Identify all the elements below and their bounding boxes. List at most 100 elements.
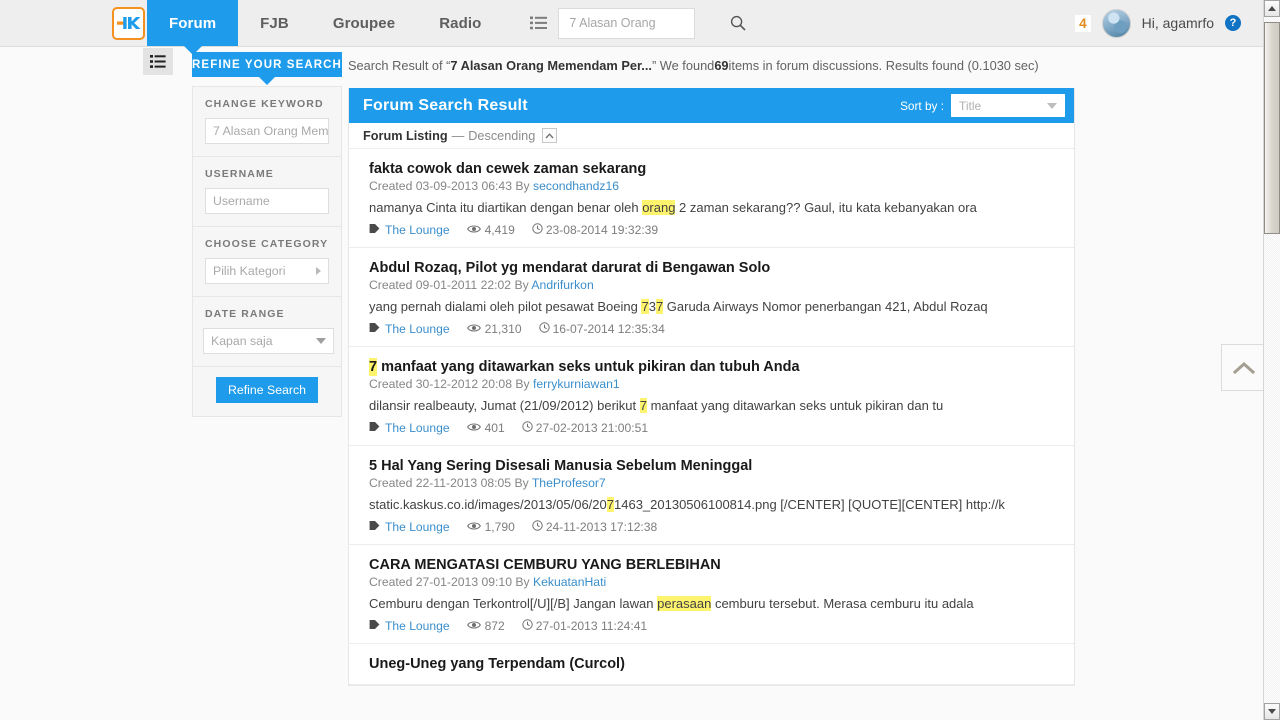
refine-tab-label: REFINE YOUR SEARCH [192, 58, 342, 71]
summary-prefix: Search Result of “ [348, 57, 451, 73]
result-author[interactable]: secondhandz16 [533, 179, 619, 193]
search-result-item[interactable]: 5 Hal Yang Sering Disesali Manusia Sebel… [349, 446, 1074, 545]
result-subline: Created 09-01-2011 22:02 By Andrifurkon [369, 278, 1060, 292]
sidebar-toggle-list-icon[interactable] [143, 48, 173, 75]
result-last-post-date: 16-07-2014 12:35:34 [552, 322, 665, 336]
chevron-down-icon [316, 338, 326, 344]
result-meta: The Lounge 21,310 16-07-2014 12:35:34 [369, 322, 1060, 336]
search-result-item[interactable]: fakta cowok dan cewek zaman sekarang Crea… [349, 149, 1074, 248]
result-forum-tag[interactable]: The Lounge [385, 322, 450, 336]
result-title[interactable]: Uneg-Uneg yang Terpendam (Curcol) [369, 656, 1060, 672]
eye-icon-glyph [466, 522, 481, 530]
result-title[interactable]: 5 Hal Yang Sering Disesali Manusia Sebel… [369, 458, 1060, 474]
result-forum-tag[interactable]: The Lounge [385, 421, 450, 435]
date-range-value: Kapan saja [211, 334, 273, 348]
sidebar-block-date-range: DATE RANGE Kapan saja [193, 297, 341, 367]
tag-icon-glyph [369, 323, 380, 332]
search-result-summary: Search Result of “7 Alasan Orang Memenda… [348, 52, 1075, 78]
scrollbar-down-button[interactable] [1264, 703, 1280, 720]
date-range-select[interactable]: Kapan saja [203, 328, 334, 354]
snippet-text: 3 [648, 299, 656, 314]
result-title[interactable]: CARA MENGATASI CEMBURU YANG BERLEBIHAN [369, 557, 1060, 573]
sidebar-block-keyword: CHANGE KEYWORD 7 Alasan Orang Mem [193, 87, 341, 157]
refine-search-button[interactable]: Refine Search [216, 377, 318, 403]
clock-icon-glyph [522, 619, 533, 630]
result-author[interactable]: TheProfesor7 [532, 476, 606, 490]
snippet-text: 2 zaman sekarang?? Gaul, itu kata kebany… [675, 200, 977, 215]
tag-icon-glyph [369, 224, 380, 233]
nav-tab-fjb[interactable]: FJB [238, 0, 311, 46]
eye-icon [466, 322, 481, 336]
date-range-label: DATE RANGE [205, 308, 285, 320]
snippet-text: dilansir realbeauty, Jumat (21/09/2012) … [369, 398, 640, 413]
refine-your-search-tab[interactable]: REFINE YOUR SEARCH [192, 52, 342, 77]
eye-icon-glyph [466, 621, 481, 629]
by-label: By [511, 575, 533, 589]
result-author[interactable]: Andrifurkon [531, 278, 593, 292]
result-title[interactable]: fakta cowok dan cewek zaman sekarang [369, 161, 1060, 177]
search-icon-glyph [731, 15, 746, 31]
clock-icon [532, 223, 543, 237]
sidebar-block-username: USERNAME Username [193, 157, 341, 227]
search-icon[interactable] [730, 15, 746, 31]
result-views-count: 21,310 [484, 322, 522, 336]
search-result-item[interactable]: CARA MENGATASI CEMBURU YANG BERLEBIHAN Cr… [349, 545, 1074, 644]
snippet-text: 1463_20130506100814.png [/CENTER] [QUOTE… [614, 497, 1005, 512]
result-title[interactable]: 7 manfaat yang ditawarkan seks untuk pik… [369, 358, 1060, 376]
snippet-text: manfaat yang ditawarkan seks untuk pikir… [377, 359, 800, 375]
chevron-up-icon[interactable] [542, 128, 558, 143]
result-last-post: 16-07-2014 12:35:34 [538, 322, 665, 336]
result-forum-tag[interactable]: The Lounge [385, 223, 450, 237]
scrollbar-up-button[interactable] [1264, 0, 1280, 17]
scrollbar-thumb[interactable] [1264, 22, 1280, 234]
scroll-to-top-button[interactable] [1221, 344, 1266, 391]
eye-icon [466, 421, 481, 435]
summary-query: 7 Alasan Orang Memendam Per... [450, 57, 652, 73]
user-greeting[interactable]: Hi, agamrfo [1142, 15, 1214, 31]
change-keyword-input[interactable]: 7 Alasan Orang Mem [205, 118, 329, 144]
choose-category-select[interactable]: Pilih Kategori [205, 258, 329, 284]
summary-suffix: items in forum discussions. Results foun… [728, 57, 1039, 73]
eye-icon-glyph [466, 225, 481, 233]
search-result-item[interactable]: 7 manfaat yang ditawarkan seks untuk pik… [349, 347, 1074, 446]
username-input[interactable]: Username [205, 188, 329, 214]
result-author[interactable]: ferrykurniawan1 [533, 377, 620, 391]
result-views: 401 [466, 421, 505, 435]
window-scrollbar[interactable] [1263, 0, 1280, 720]
nav-tab-forum[interactable]: Forum [147, 0, 239, 46]
search-result-item[interactable]: Abdul Rozaq, Pilot yg mendarat darurat d… [349, 248, 1074, 347]
snippet-text: Garuda Airways Nomor penerbangan 421, Ab… [663, 299, 988, 314]
nav-tab-groupee[interactable]: Groupee [311, 0, 417, 46]
result-forum-tag[interactable]: The Lounge [385, 520, 450, 534]
created-date: 09-01-2011 22:02 [415, 278, 512, 292]
result-views-count: 872 [484, 619, 505, 633]
result-forum-tag[interactable]: The Lounge [385, 619, 450, 633]
nav-tab-radio[interactable]: Radio [417, 0, 503, 46]
sort-by-label: Sort by : [900, 98, 944, 113]
search-result-item[interactable]: Uneg-Uneg yang Terpendam (Curcol) [349, 644, 1074, 685]
result-author[interactable]: KekuatanHati [533, 575, 606, 589]
help-icon[interactable]: ? [1225, 15, 1241, 31]
avatar[interactable] [1101, 8, 1131, 38]
search-input[interactable] [569, 16, 731, 30]
chevron-up-glyph [545, 132, 554, 138]
eye-icon [466, 520, 481, 534]
result-views: 21,310 [466, 322, 522, 336]
tag-icon-glyph [369, 422, 380, 431]
result-last-post-date: 23-08-2014 19:32:39 [545, 223, 659, 237]
notification-count[interactable]: 4 [1075, 14, 1091, 32]
result-views-count: 1,790 [484, 520, 515, 534]
sidebar-block-category: CHOOSE CATEGORY Pilih Kategori [193, 227, 341, 297]
result-title[interactable]: Abdul Rozaq, Pilot yg mendarat darurat d… [369, 260, 1060, 276]
eye-icon-glyph [466, 324, 481, 332]
sort-by-select[interactable]: Title [951, 94, 1065, 117]
result-subline: Created 22-11-2013 08:05 By TheProfesor7 [369, 476, 1060, 490]
search-box[interactable] [558, 7, 746, 39]
chevron-up-icon [1232, 361, 1255, 374]
summary-middle: ” We found [651, 57, 715, 73]
snippet-text: namanya Cinta itu diartikan dengan benar… [369, 200, 643, 215]
highlight: perasaan [657, 596, 712, 611]
clock-icon [532, 520, 543, 534]
site-logo[interactable] [110, 0, 147, 46]
list-icon[interactable] [521, 8, 555, 38]
